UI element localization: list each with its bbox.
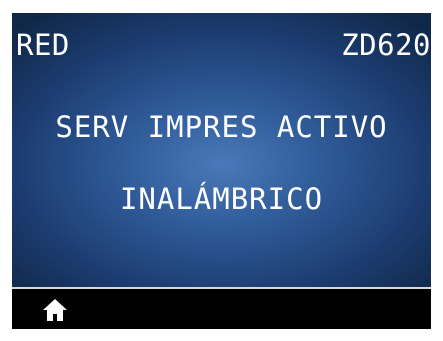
footer-bar (12, 287, 431, 329)
home-icon-graphic (43, 299, 67, 321)
printer-bezel: RED ZD620 SERV IMPRES ACTIVO INALÁMBRICO (0, 0, 443, 341)
status-header: RED ZD620 (12, 13, 431, 73)
printer-display: RED ZD620 SERV IMPRES ACTIVO INALÁMBRICO (12, 13, 431, 329)
home-icon[interactable] (42, 298, 68, 322)
printer-model: ZD620 (341, 28, 431, 62)
status-message-line-1: SERV IMPRES ACTIVO (55, 110, 388, 144)
menu-title: RED (16, 28, 70, 62)
status-message-line-2: INALÁMBRICO (119, 182, 324, 216)
